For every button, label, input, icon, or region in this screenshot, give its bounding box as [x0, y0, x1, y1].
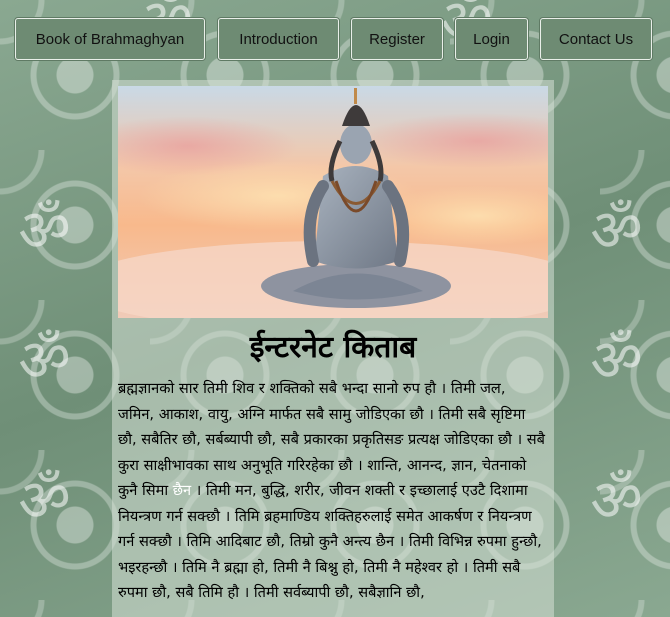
top-navigation: Book of Brahmaghyan Introduction Registe…: [0, 0, 670, 78]
nav-introduction-button[interactable]: Introduction: [218, 18, 339, 60]
om-symbol-icon: ॐ: [585, 191, 648, 267]
hero-image: [118, 86, 548, 318]
om-symbol-icon: ॐ: [13, 321, 76, 397]
nav-book-of-brahmaghyan-button[interactable]: Book of Brahmaghyan: [15, 18, 205, 60]
highlighted-word: छैन: [172, 482, 192, 499]
page-title: ईन्टरनेट किताब: [249, 330, 417, 365]
meditating-shiva-image: [118, 86, 548, 318]
om-symbol-icon: ॐ: [13, 191, 76, 267]
om-symbol-icon: ॐ: [13, 461, 76, 537]
intro-paragraph: ब्रह्मज्ञानको सार तिमी शिव र शक्तिको सबै…: [118, 376, 546, 606]
nav-login-button[interactable]: Login: [455, 18, 528, 60]
nav-contact-us-button[interactable]: Contact Us: [540, 18, 652, 60]
nav-register-button[interactable]: Register: [351, 18, 443, 60]
paragraph-text: । तिमी मन, बुद्धि, शरीर, जीवन शक्ती र इच…: [118, 482, 542, 601]
om-symbol-icon: ॐ: [585, 321, 648, 397]
om-symbol-icon: ॐ: [585, 461, 648, 537]
